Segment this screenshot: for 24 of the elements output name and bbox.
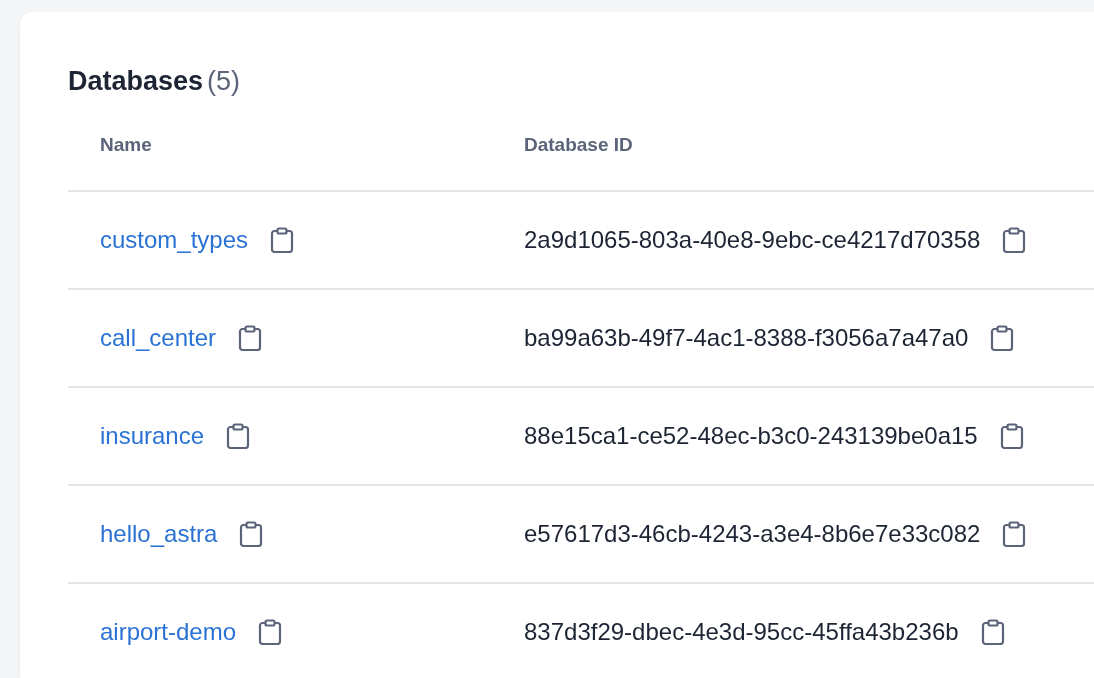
database-id: 837d3f29-dbec-4e3d-95cc-45ffa43b236b xyxy=(524,618,959,646)
copy-icon[interactable] xyxy=(980,619,1005,645)
copy-icon[interactable] xyxy=(258,619,283,645)
item-count: (5) xyxy=(207,66,241,96)
copy-icon[interactable] xyxy=(1002,521,1027,547)
column-header: Database ID xyxy=(524,134,633,156)
copy-icon[interactable] xyxy=(239,521,264,547)
database-id: ba99a63b-49f7-4ac1-8388-f3056a7a47a0 xyxy=(524,324,969,352)
database-id: 2a9d1065-803a-40e8-9ebc-ce4217d70358 xyxy=(524,226,981,254)
database-name-link[interactable]: hello_astra xyxy=(100,520,218,548)
copy-icon[interactable] xyxy=(238,325,263,351)
copy-icon[interactable] xyxy=(999,423,1024,449)
database-name-link[interactable]: call_center xyxy=(100,324,217,352)
copy-icon[interactable] xyxy=(990,325,1015,351)
database-id: e57617d3-46cb-4243-a3e4-8b6e7e33c082 xyxy=(524,520,981,548)
database-name-link[interactable]: airport-demo xyxy=(100,618,237,646)
section-title: Databases xyxy=(68,66,204,96)
database-name-link[interactable]: insurance xyxy=(100,422,205,450)
database-name-link[interactable]: custom_types xyxy=(100,226,249,254)
database-id: 88e15ca1-ce52-48ec-b3c0-243139be0a15 xyxy=(524,422,978,450)
copy-icon[interactable] xyxy=(1002,227,1027,253)
copy-icon[interactable] xyxy=(270,227,295,253)
column-header: Name xyxy=(100,134,152,156)
copy-icon[interactable] xyxy=(226,423,251,449)
